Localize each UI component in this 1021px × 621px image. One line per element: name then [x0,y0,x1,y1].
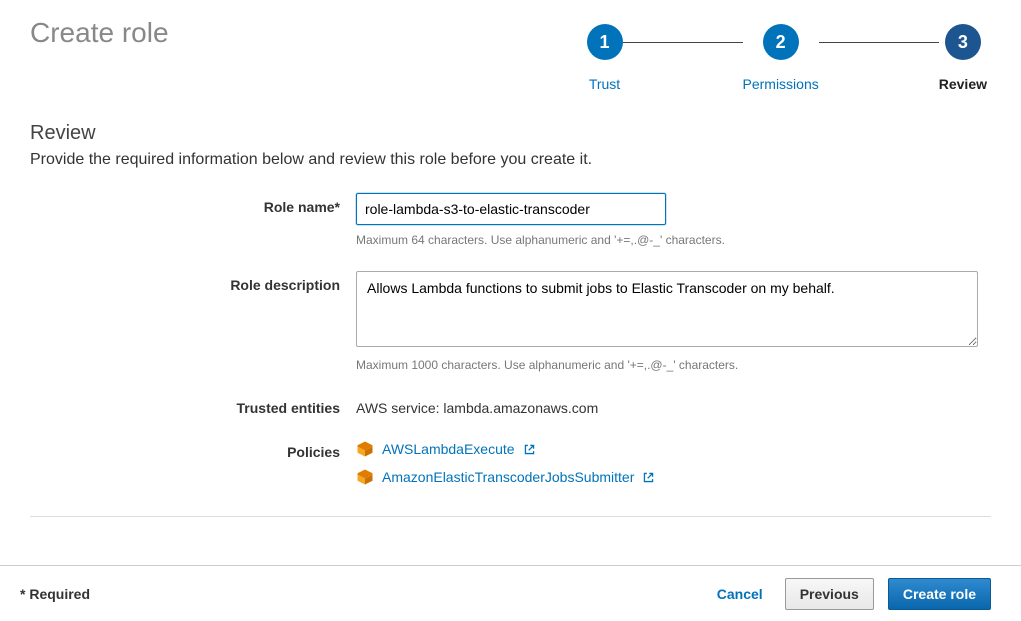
previous-button[interactable]: Previous [785,578,874,610]
step-3-circle: 3 [945,24,981,60]
trusted-entities-value: AWS service: lambda.amazonaws.com [356,396,991,416]
policy-link[interactable]: AWSLambdaExecute [382,441,515,457]
step-permissions[interactable]: 2 Permissions [743,24,819,92]
external-link-icon [642,471,655,484]
step-connector [623,42,743,43]
policy-row: AWSLambdaExecute [356,440,991,458]
step-trust[interactable]: 1 Trust [587,24,623,92]
role-name-input[interactable] [356,193,666,225]
role-name-label: Role name* [30,193,340,215]
page-title: Create role [30,18,169,49]
required-note: * Required [20,586,90,602]
cancel-button[interactable]: Cancel [709,580,771,608]
role-description-label: Role description [30,271,340,293]
step-1-circle: 1 [587,24,623,60]
policy-link[interactable]: AmazonElasticTranscoderJobsSubmitter [382,469,634,485]
role-description-hint: Maximum 1000 characters. Use alphanumeri… [356,358,991,372]
step-review[interactable]: 3 Review [939,24,987,92]
footer-bar: * Required Cancel Previous Create role [0,565,1021,621]
role-description-textarea[interactable] [356,271,978,347]
policy-row: AmazonElasticTranscoderJobsSubmitter [356,468,991,486]
trusted-entities-label: Trusted entities [30,396,340,416]
create-role-button[interactable]: Create role [888,578,991,610]
wizard-stepper: 1 Trust 2 Permissions 3 Review [587,24,992,92]
step-connector [819,42,939,43]
divider [30,516,991,517]
policies-label: Policies [30,440,340,460]
external-link-icon [523,443,536,456]
policy-box-icon [356,468,374,486]
step-1-label: Trust [589,76,620,92]
step-2-circle: 2 [763,24,799,60]
section-heading: Review [30,122,991,145]
step-3-label: Review [939,76,987,92]
section-description: Provide the required information below a… [30,151,991,169]
step-2-label: Permissions [743,76,819,92]
policy-box-icon [356,440,374,458]
role-name-hint: Maximum 64 characters. Use alphanumeric … [356,233,991,247]
